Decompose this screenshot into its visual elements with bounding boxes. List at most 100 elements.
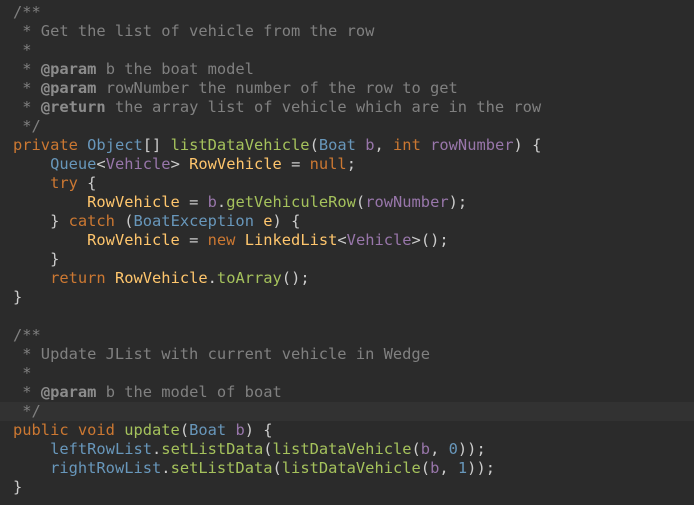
code-token-doctag: @param xyxy=(40,60,97,78)
code-token-punct: ( xyxy=(309,136,319,154)
code-token-comment: the array list of vehicle which are in t… xyxy=(105,98,542,116)
code-token-type: Object xyxy=(87,136,143,154)
code-editor[interactable]: /** * Get the list of vehicle from the r… xyxy=(0,0,694,505)
code-token-method: getVehiculeRow xyxy=(226,193,356,211)
code-token-param: b xyxy=(207,193,217,211)
code-line[interactable]: } xyxy=(0,478,694,497)
code-line[interactable]: public void update(Boat b) { xyxy=(0,421,694,440)
code-token-param: b xyxy=(430,459,440,477)
code-token-punct: . xyxy=(161,459,171,477)
code-line[interactable]: * @param b the boat model xyxy=(0,60,694,79)
code-token-punct: ( xyxy=(420,459,431,477)
code-token-param: Vehicle xyxy=(105,155,171,173)
code-token-type: Boat xyxy=(189,421,227,439)
code-line[interactable]: * @return the array list of vehicle whic… xyxy=(0,98,694,117)
code-token-comment: /** xyxy=(13,326,41,344)
code-line[interactable]: * @param rowNumber the number of the row… xyxy=(0,79,694,98)
code-token-field: RowVehicle xyxy=(87,231,180,249)
code-token-comment: */ xyxy=(13,402,41,420)
code-token-punct: > xyxy=(170,155,190,173)
code-token-keyword: private xyxy=(13,136,88,154)
code-token-punct: >(); xyxy=(411,231,449,249)
code-token-punct: . xyxy=(207,269,217,287)
code-token-punct xyxy=(13,231,87,249)
code-token-punct xyxy=(356,136,365,154)
code-token-punct: . xyxy=(152,440,162,458)
code-token-number: 0 xyxy=(448,440,458,458)
code-token-punct xyxy=(106,269,115,287)
code-token-keyword: new xyxy=(207,231,236,249)
code-token-keyword: return xyxy=(50,269,106,287)
code-token-punct: } xyxy=(13,212,69,230)
code-line[interactable]: } xyxy=(0,288,694,307)
code-token-comment: * xyxy=(13,98,41,116)
code-token-doctag: @return xyxy=(40,98,106,116)
code-line[interactable]: return RowVehicle.toArray(); xyxy=(0,269,694,288)
code-token-param: Vehicle xyxy=(346,231,412,249)
code-token-punct: ) { xyxy=(272,212,301,230)
code-token-number: 1 xyxy=(457,459,468,477)
code-line[interactable]: /** xyxy=(0,326,694,345)
code-token-comment: * Get the list of vehicle from the row xyxy=(13,22,375,40)
code-line[interactable]: * Update JList with current vehicle in W… xyxy=(0,345,694,364)
code-token-punct: < xyxy=(96,155,106,173)
code-token-punct: ) { xyxy=(513,136,542,154)
code-line[interactable]: * xyxy=(0,364,694,383)
code-token-comment: b the model of boat xyxy=(96,383,282,401)
code-token-punct: , xyxy=(430,440,449,458)
code-token-doctag: @param xyxy=(40,79,97,97)
code-token-field: LinkedList xyxy=(244,231,338,249)
code-token-keyword: try xyxy=(50,174,78,192)
code-token-comment: /** xyxy=(13,3,41,21)
code-line[interactable]: /** xyxy=(0,3,694,22)
code-line[interactable]: try { xyxy=(0,174,694,193)
code-token-comment: * xyxy=(13,60,41,78)
code-token-comment: rowNumber the number of the row to get xyxy=(96,79,458,97)
code-token-type: leftRowList xyxy=(50,440,153,458)
code-token-punct xyxy=(421,136,430,154)
code-token-punct: ); xyxy=(448,193,468,211)
code-token-keyword: int xyxy=(393,136,421,154)
code-token-punct: } xyxy=(13,250,60,268)
code-line[interactable]: rightRowList.setListData(listDataVehicle… xyxy=(0,459,694,478)
code-line[interactable] xyxy=(0,307,694,326)
code-token-punct: (); xyxy=(281,269,310,287)
code-token-field: RowVehicle xyxy=(114,269,208,287)
code-token-method: setListData xyxy=(170,459,273,477)
code-token-method: setListData xyxy=(161,440,264,458)
code-token-field: RowVehicle xyxy=(87,193,180,211)
code-token-type: rightRowList xyxy=(50,459,162,477)
code-line[interactable]: */ xyxy=(0,117,694,136)
code-token-punct: ( xyxy=(114,212,134,230)
code-token-comment: * xyxy=(13,79,41,97)
code-token-punct: ( xyxy=(355,193,366,211)
code-token-type: Boat xyxy=(318,136,356,154)
code-line[interactable]: private Object[] listDataVehicle(Boat b,… xyxy=(0,136,694,155)
code-token-method: listDataVehicle xyxy=(272,440,412,458)
code-token-punct xyxy=(13,440,50,458)
code-token-param: rowNumber xyxy=(365,193,449,211)
code-token-param: b xyxy=(420,440,431,458)
code-line[interactable]: * xyxy=(0,41,694,60)
code-line[interactable]: leftRowList.setListData(listDataVehicle(… xyxy=(0,440,694,459)
code-token-method: listDataVehicle xyxy=(281,459,421,477)
code-token-punct xyxy=(13,269,50,287)
code-token-comment: * Update JList with current vehicle in W… xyxy=(13,345,430,363)
code-token-param: rowNumber xyxy=(430,136,514,154)
code-line[interactable]: } xyxy=(0,250,694,269)
code-token-punct: ( xyxy=(272,459,282,477)
code-token-punct xyxy=(13,174,50,192)
code-token-punct xyxy=(254,212,263,230)
code-token-punct: ; xyxy=(346,155,356,173)
code-token-punct: } xyxy=(13,478,23,496)
code-line[interactable]: */ xyxy=(0,402,694,421)
code-line[interactable]: * @param b the model of boat xyxy=(0,383,694,402)
code-line[interactable]: } catch (BoatException e) { xyxy=(0,212,694,231)
code-line[interactable]: RowVehicle = b.getVehiculeRow(rowNumber)… xyxy=(0,193,694,212)
code-line[interactable]: RowVehicle = new LinkedList<Vehicle>(); xyxy=(0,231,694,250)
code-token-method: update xyxy=(124,421,180,439)
code-line[interactable]: * Get the list of vehicle from the row xyxy=(0,22,694,41)
code-token-punct: { xyxy=(77,174,97,192)
code-token-punct: = xyxy=(179,231,208,249)
code-line[interactable]: Queue<Vehicle> RowVehicle = null; xyxy=(0,155,694,174)
